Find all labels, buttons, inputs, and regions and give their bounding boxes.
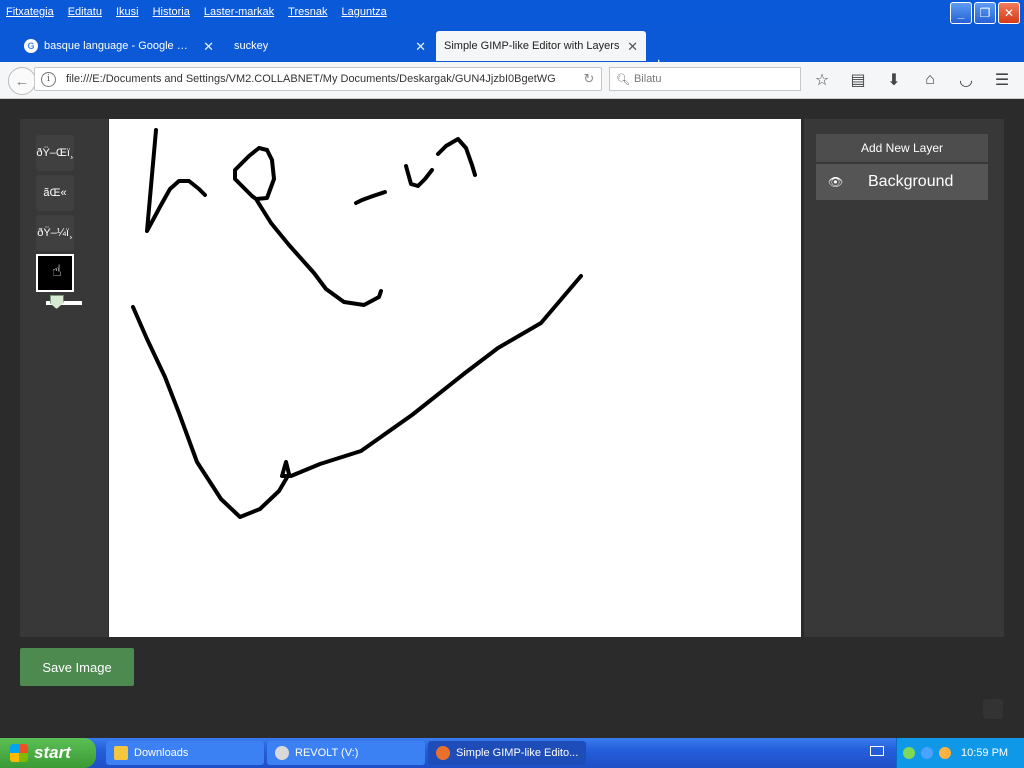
taskbar-item-revolt[interactable]: REVOLT (V:) [267,741,425,765]
volume-icon[interactable] [921,747,933,759]
keyboard-icon[interactable] [870,746,884,756]
image-tool-button[interactable]: ðŸ–¼ï¸ [36,215,74,251]
close-window-button[interactable]: ✕ [998,2,1020,24]
firefox-icon [436,746,450,760]
network-icon[interactable] [903,747,915,759]
back-button[interactable]: ← [8,67,36,95]
search-placeholder: Bilatu [633,73,662,85]
info-icon[interactable]: i [41,71,56,87]
taskbar: start Downloads REVOLT (V:) Simple GIMP-… [0,738,1024,768]
menu-file[interactable]: Fitxategia [6,6,54,18]
menu-tools[interactable]: Tresnak [288,6,327,18]
system-tray: 10:59 PM [896,738,1024,768]
tab-bar: G basque language - Google Bil... ✕ suck… [0,24,1024,73]
menu-edit[interactable]: Editatu [68,6,102,18]
hand-cursor-icon: ☝ [52,263,62,280]
stroke-r [354,190,387,205]
stroke-swoosh [131,274,583,519]
layer-name: Background [868,173,954,190]
hamburger-menu-icon[interactable]: ☰ [992,70,1012,90]
clock: 10:59 PM [961,747,1009,759]
window-controls: _ ❐ ✕ [950,2,1020,24]
pocket-icon[interactable]: ◡ [956,70,976,90]
color-picker[interactable]: ☝ [36,254,74,292]
taskbar-item-label: REVOLT (V:) [295,747,359,759]
tool-panel: ðŸ–Œï¸ ãŒ« ðŸ–¼ï¸ ☝ [20,119,108,637]
maximize-button[interactable]: ❐ [974,2,996,24]
menu-help[interactable]: Laguntza [342,6,387,18]
layer-item-background[interactable]: 👁︎ Background [816,164,988,200]
start-button[interactable]: start [0,738,96,768]
eraser-tool-button[interactable]: ãŒ« [36,175,74,211]
stroke-a [436,137,477,177]
taskbar-item-label: Downloads [134,747,189,759]
add-layer-button[interactable]: Add New Layer [816,134,988,162]
folder-icon [114,746,128,760]
search-icon: 🔍︎ [616,73,630,86]
tab-google-search[interactable]: G basque language - Google Bil... ✕ [16,31,222,61]
arrow-left-icon: ← [14,72,30,90]
tab-label: Simple GIMP-like Editor with Layers [444,40,620,52]
drawing-canvas[interactable] [109,119,801,637]
google-icon: G [24,39,38,53]
tab-suckey[interactable]: suckey ✕ [226,31,434,61]
save-image-button[interactable]: Save Image [20,648,134,686]
stroke-h [145,128,207,233]
windows-flag-icon [10,744,28,762]
layer-panel: Add New Layer 👁︎ Background [804,119,1004,637]
tab-gimp-editor[interactable]: Simple GIMP-like Editor with Layers ✕ [436,31,646,61]
menu-history[interactable]: Historia [153,6,190,18]
eye-icon[interactable]: 👁︎ [828,175,850,189]
menu-bookmarks[interactable]: Laster-markak [204,6,274,18]
taskbar-item-firefox[interactable]: Simple GIMP-like Edito... [428,741,586,765]
start-label: start [34,743,71,762]
bookmark-star-icon[interactable]: ☆ [812,70,832,90]
download-icon[interactable]: ⬇ [884,70,904,90]
stroke-u [404,164,434,188]
slider-thumb[interactable] [49,295,64,309]
navigation-bar: ← i file:///E:/Documents and Settings/VM… [0,62,1024,99]
close-tab-icon[interactable]: ✕ [415,39,426,55]
canvas-drawing [131,128,583,519]
taskbar-item-label: Simple GIMP-like Edito... [456,747,579,759]
search-tray-icon[interactable] [939,747,951,759]
reload-icon[interactable]: ↻ [577,71,601,87]
url-text: file:///E:/Documents and Settings/VM2.CO… [66,73,556,85]
taskbar-item-downloads[interactable]: Downloads [106,741,264,765]
search-input[interactable]: 🔍︎ Bilatu [609,67,801,91]
tab-label: basque language - Google Bil... [44,40,194,52]
tab-label: suckey [234,40,269,52]
drive-icon [275,746,289,760]
nav-icon-group: ☆ ▤ ⬇ ⌂ ◡ ☰ [812,70,1012,90]
menu-view[interactable]: Ikusi [116,6,139,18]
reading-list-icon[interactable]: ▤ [848,70,868,90]
minimize-button[interactable]: _ [950,2,972,24]
close-tab-icon[interactable]: ✕ [203,39,214,55]
stroke-e [233,146,383,307]
close-tab-icon[interactable]: ✕ [627,39,638,55]
corner-widget [983,699,1003,719]
url-bar[interactable]: i file:///E:/Documents and Settings/VM2.… [34,67,602,91]
home-icon[interactable]: ⌂ [920,70,940,90]
menu-bar: Fitxategia Editatu Ikusi Historia Laster… [0,0,1024,24]
editor-page: ðŸ–Œï¸ ãŒ« ðŸ–¼ï¸ ☝ Add New Layer 👁︎ Bac… [0,99,1024,738]
brush-tool-button[interactable]: ðŸ–Œï¸ [36,135,74,171]
